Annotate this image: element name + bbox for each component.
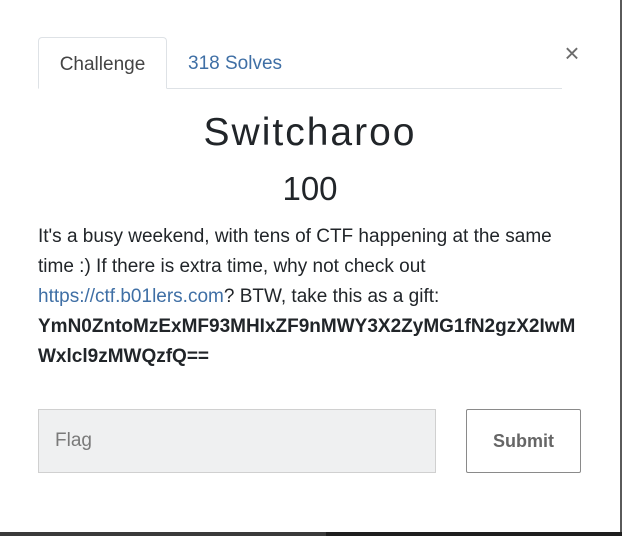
challenge-tabs: Challenge 318 Solves bbox=[38, 37, 562, 89]
description-text-1: It's a busy weekend, with tens of CTF ha… bbox=[38, 226, 552, 277]
description-text-2: ? BTW, take this as a gift: bbox=[223, 286, 440, 307]
ctf-link[interactable]: https://ctf.b01lers.com bbox=[38, 286, 224, 307]
gift-text: YmN0ZntoMzExMF93MHIxZF9nMWY3X2ZyMG1fN2gz… bbox=[38, 316, 576, 367]
submit-button[interactable]: Submit bbox=[466, 409, 581, 473]
background-strip-dark bbox=[326, 532, 622, 536]
background-strip bbox=[0, 532, 622, 536]
tab-solves[interactable]: 318 Solves bbox=[188, 37, 298, 88]
challenge-title: Switcharoo bbox=[203, 111, 417, 154]
challenge-modal: × Challenge 318 Solves Switcharoo 100 It… bbox=[0, 0, 622, 532]
close-icon[interactable]: × bbox=[560, 38, 584, 68]
flag-input[interactable] bbox=[38, 409, 436, 473]
challenge-description: It's a busy weekend, with tens of CTF ha… bbox=[38, 222, 586, 372]
challenge-points: 100 bbox=[282, 170, 338, 207]
tab-challenge[interactable]: Challenge bbox=[38, 37, 167, 89]
